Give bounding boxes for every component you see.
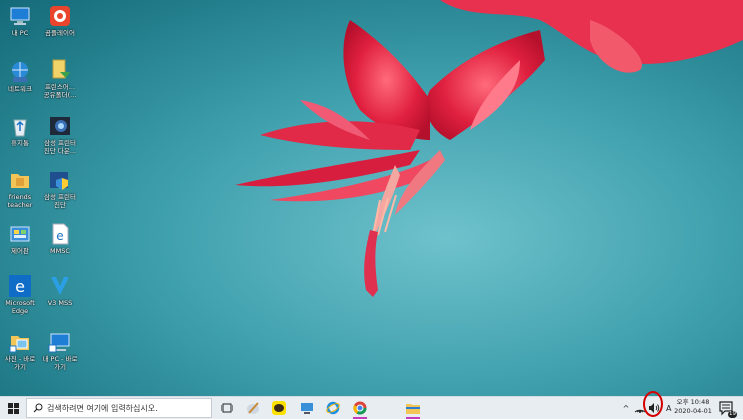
folder-icon: [8, 168, 32, 192]
desktop-icon-v3-mss[interactable]: V3 MSS: [42, 274, 78, 307]
taskbar: 검색하려면 여기에 입력하십시오. ^ A 오후 10:48 2020-04-0…: [0, 396, 743, 419]
desktop-icon-label: 삼성 프린터 진단: [44, 193, 76, 209]
printer-diagnostics-icon: [48, 114, 72, 138]
desktop-icon-label: V3 MSS: [47, 299, 73, 307]
taskbar-app-internet-explorer[interactable]: [324, 399, 342, 417]
control-panel-icon: [8, 222, 32, 246]
desktop-icon-label: 사진 - 바로 가기: [4, 355, 36, 371]
svg-text:e: e: [56, 229, 63, 243]
desktop-icon-mmsc[interactable]: e MMSC: [42, 222, 78, 255]
taskbar-app-paint[interactable]: [244, 399, 262, 417]
gom-player-icon: [48, 4, 72, 28]
notification-count-badge: 19: [728, 411, 737, 418]
desktop-icon-recycle-bin[interactable]: 휴지통: [2, 114, 38, 147]
desktop-icon-shared-folder[interactable]: 프린스어... 공유폴더(...: [42, 58, 78, 99]
desktop-icon-label: 제어판: [11, 247, 29, 255]
desktop-icon-label: 프린스어... 공유폴더(...: [43, 83, 77, 99]
show-hidden-icons-chevron-icon[interactable]: ^: [620, 404, 632, 413]
desktop-icon-label: MMSC: [50, 247, 70, 255]
taskbar-app-desktop[interactable]: [298, 399, 316, 417]
edge-icon: e: [8, 274, 32, 298]
taskbar-app-kakaotalk[interactable]: [270, 399, 288, 417]
desktop[interactable]: 내 PC 네트워크 휴지통 friends teacher 제어판 e Micr…: [0, 0, 743, 396]
paint-icon: [247, 402, 259, 414]
svg-text:e: e: [15, 277, 25, 296]
network-icon: [8, 60, 32, 84]
desktop-icon-label: 곰플레이어: [45, 29, 75, 37]
printer-shield-icon: [48, 168, 72, 192]
desktop-icon-photos-shortcut[interactable]: 사진 - 바로 가기: [2, 330, 38, 371]
desktop-shortcut-icon: [301, 403, 313, 414]
desktop-icon-label: 네트워크: [8, 85, 32, 93]
file-explorer-icon: [406, 404, 420, 414]
annotation-highlight-circle: [643, 391, 663, 417]
desktop-icon-label: 삼성 프린터 진단 다운...: [43, 139, 77, 155]
desktop-icon-label: 내 PC - 바로 가기: [42, 355, 78, 371]
computer-shortcut-icon: [48, 330, 72, 354]
search-placeholder: 검색하려면 여기에 입력하십시오.: [47, 403, 158, 413]
clock-time: 오후 10:48: [676, 398, 710, 406]
desktop-icon-samsung-printer-download[interactable]: 삼성 프린터 진단 다운...: [42, 114, 78, 155]
search-icon: [33, 403, 43, 413]
internet-explorer-icon: [326, 401, 340, 415]
start-button[interactable]: [0, 397, 26, 419]
desktop-icon-my-pc-shortcut[interactable]: 내 PC - 바로 가기: [42, 330, 78, 371]
desktop-icon-gom-player[interactable]: 곰플레이어: [42, 4, 78, 37]
task-view-button[interactable]: [218, 399, 236, 417]
desktop-icon-samsung-printer-diagnostics[interactable]: 삼성 프린터 진단: [42, 168, 78, 209]
wallpaper-flower: [235, 0, 743, 297]
desktop-icon-label: 내 PC: [11, 29, 29, 37]
desktop-icon-edge[interactable]: e Microsoft Edge: [2, 274, 38, 315]
taskbar-clock[interactable]: 오후 10:48 2020-04-01: [670, 398, 716, 416]
recycle-bin-icon: [8, 114, 32, 138]
desktop-icon-network[interactable]: 네트워크: [2, 60, 38, 93]
shared-folder-icon: [48, 58, 72, 82]
taskbar-app-file-explorer[interactable]: [404, 399, 422, 419]
clock-date: 2020-04-01: [674, 407, 712, 415]
desktop-icon-label: friends teacher: [7, 193, 33, 209]
v3-antivirus-icon: [48, 274, 72, 298]
desktop-icon-label: Microsoft Edge: [5, 299, 35, 315]
photos-shortcut-icon: [8, 330, 32, 354]
ie-file-icon: e: [48, 222, 72, 246]
windows-logo-icon: [7, 402, 19, 414]
desktop-icon-control-panel[interactable]: 제어판: [2, 222, 38, 255]
action-center-button[interactable]: 19: [718, 400, 737, 418]
chrome-icon: [353, 401, 367, 415]
search-box[interactable]: 검색하려면 여기에 입력하십시오.: [26, 398, 212, 418]
desktop-icon-label: 휴지통: [11, 139, 29, 147]
computer-icon: [8, 4, 32, 28]
taskbar-app-chrome[interactable]: [351, 399, 369, 419]
kakaotalk-icon: [272, 401, 286, 415]
desktop-icon-my-pc[interactable]: 내 PC: [2, 4, 38, 37]
task-view-icon: [221, 403, 233, 413]
desktop-icon-friends-teacher[interactable]: friends teacher: [2, 168, 38, 209]
